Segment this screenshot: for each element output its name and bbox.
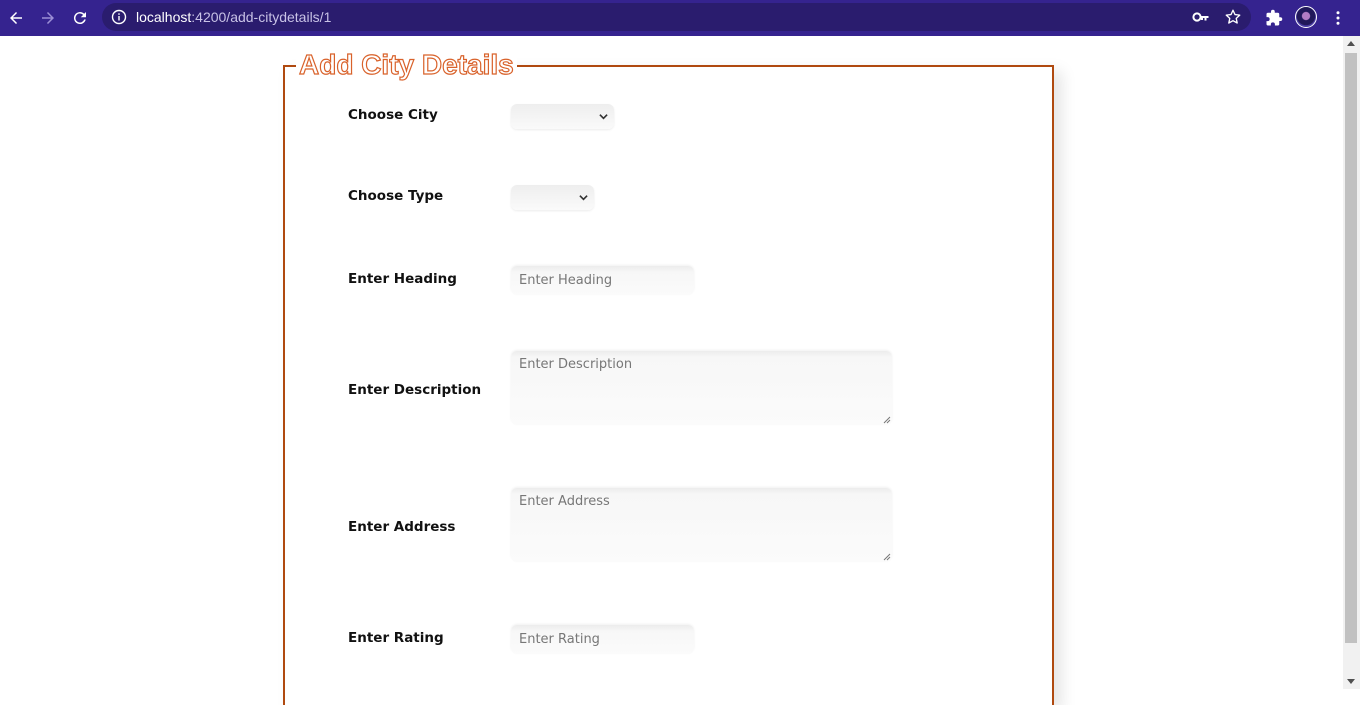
star-icon[interactable]	[1224, 8, 1242, 26]
resize-grip-icon[interactable]	[883, 416, 891, 424]
forward-arrow-icon[interactable]	[36, 6, 60, 30]
address-bar[interactable]: localhost:4200/add-citydetails/1	[102, 3, 1251, 31]
extensions-icon[interactable]	[1262, 6, 1286, 30]
type-label: Choose Type	[348, 188, 444, 204]
back-arrow-icon[interactable]	[4, 6, 28, 30]
scrollbar-thumb[interactable]	[1345, 53, 1357, 643]
page-scrollbar[interactable]	[1343, 36, 1360, 689]
key-icon[interactable]	[1192, 9, 1210, 25]
chevron-down-icon	[579, 195, 588, 201]
city-select[interactable]	[511, 104, 614, 129]
address-label: Enter Address	[348, 519, 456, 535]
rating-input[interactable]: Enter Rating	[511, 625, 694, 654]
scroll-down-icon[interactable]	[1347, 679, 1355, 684]
heading-input[interactable]: Enter Heading	[511, 266, 694, 295]
type-select[interactable]	[511, 185, 594, 210]
browser-toolbar: localhost:4200/add-citydetails/1	[0, 0, 1360, 36]
info-icon[interactable]	[111, 9, 127, 25]
address-textarea[interactable]: Enter Address	[511, 488, 892, 562]
avatar[interactable]	[1295, 6, 1317, 28]
description-placeholder: Enter Description	[519, 357, 633, 372]
address-placeholder: Enter Address	[519, 494, 610, 509]
url-text: localhost:4200/add-citydetails/1	[136, 9, 332, 25]
rating-label: Enter Rating	[348, 630, 444, 646]
city-label: Choose City	[348, 107, 438, 123]
reload-icon[interactable]	[68, 6, 92, 30]
chevron-down-icon	[599, 114, 608, 120]
description-label: Enter Description	[348, 382, 482, 398]
page-title: Add City Details	[296, 46, 517, 84]
heading-label: Enter Heading	[348, 271, 457, 287]
kebab-menu-icon[interactable]	[1326, 6, 1350, 30]
scroll-up-icon[interactable]	[1347, 41, 1355, 46]
description-textarea[interactable]: Enter Description	[511, 351, 892, 425]
resize-grip-icon[interactable]	[883, 553, 891, 561]
